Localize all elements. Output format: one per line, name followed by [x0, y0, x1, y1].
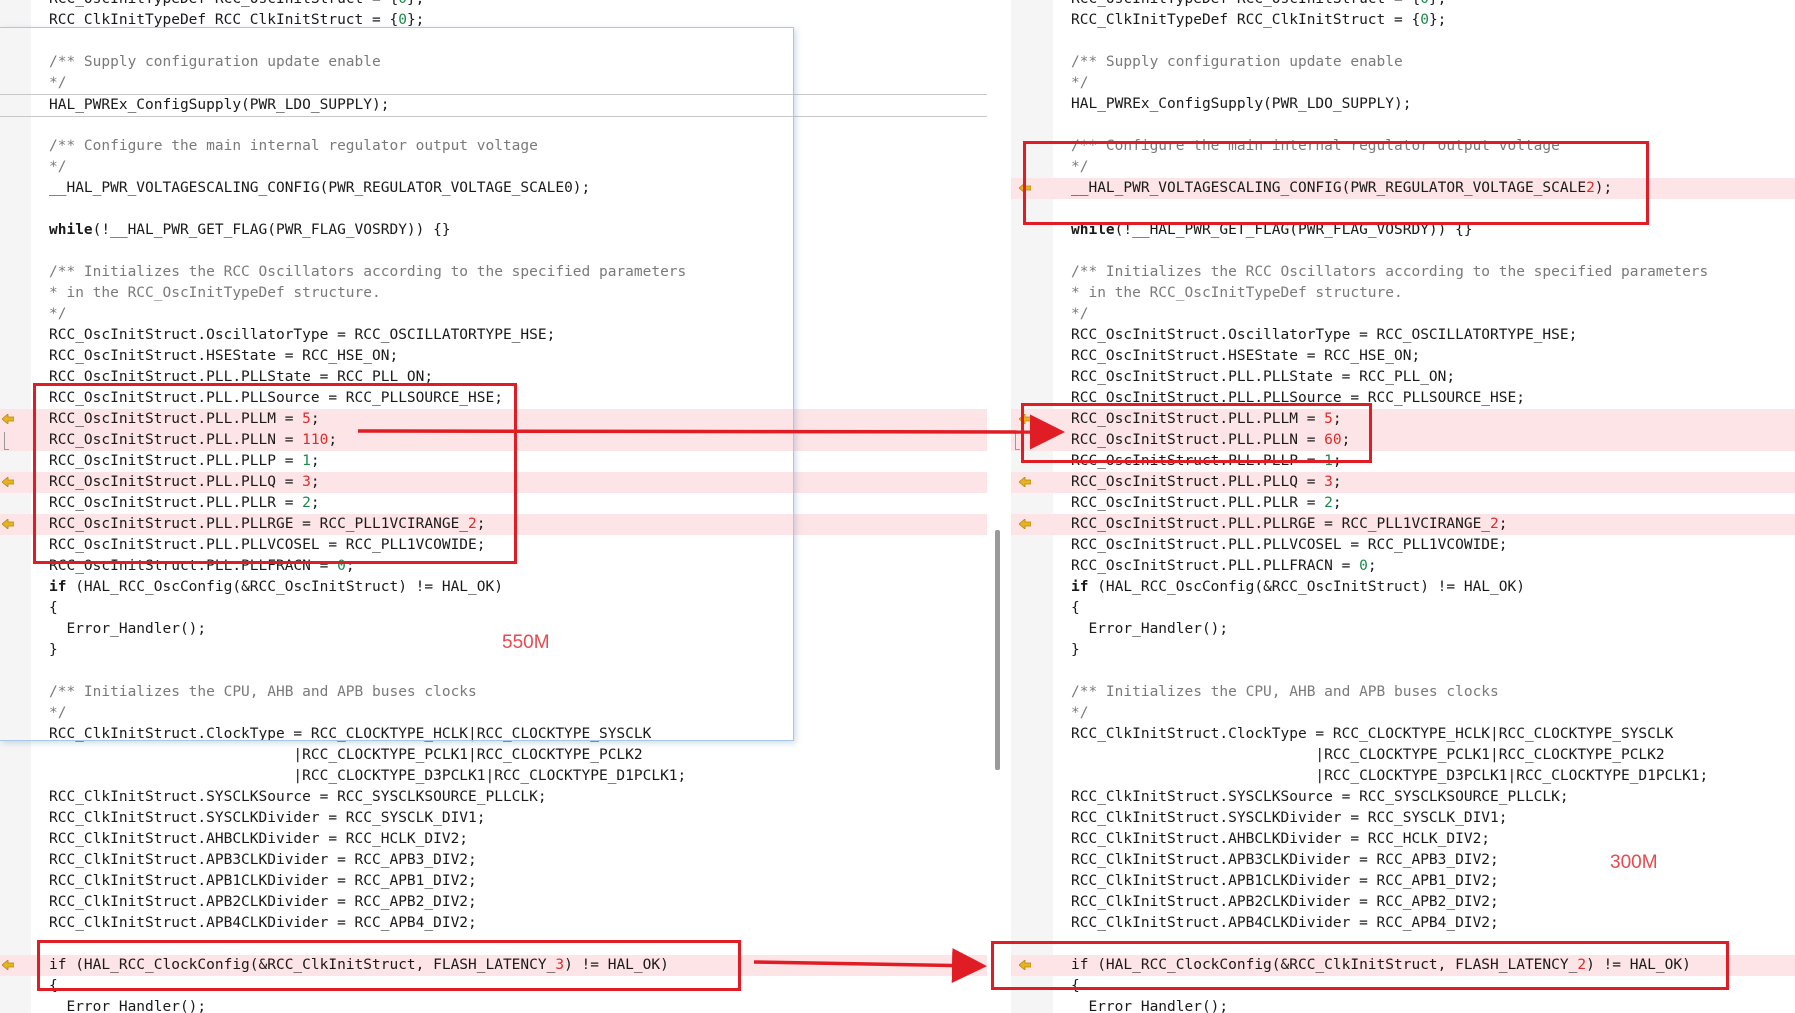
- annotation-arrows: [357, 414, 1065, 984]
- arrow-pll: [357, 414, 1065, 450]
- arrow-latency: [753, 948, 987, 984]
